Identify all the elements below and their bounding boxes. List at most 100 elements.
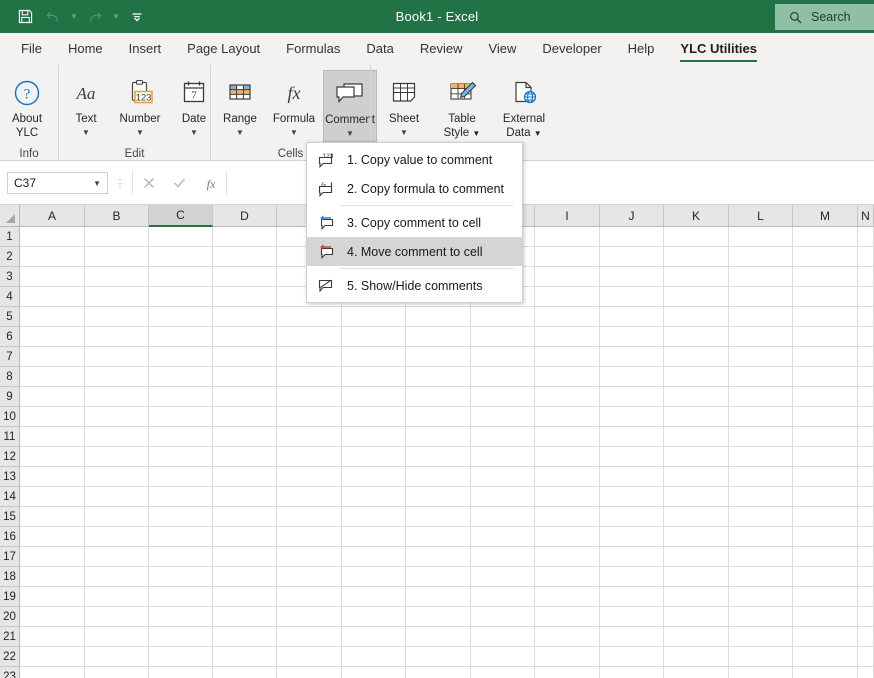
cell-A9[interactable] [20, 387, 85, 407]
cell-J5[interactable] [600, 307, 664, 327]
cell-B14[interactable] [85, 487, 149, 507]
cell-K15[interactable] [664, 507, 729, 527]
cell-K4[interactable] [664, 287, 729, 307]
cell-J2[interactable] [600, 247, 664, 267]
external-data-button[interactable]: External Data ▼ [493, 70, 555, 142]
cell-C12[interactable] [149, 447, 213, 467]
cell-G20[interactable] [406, 607, 471, 627]
cell-M20[interactable] [793, 607, 858, 627]
range-caret-icon[interactable]: ▼ [236, 128, 244, 138]
row-header-13[interactable]: 13 [0, 467, 20, 487]
cell-A6[interactable] [20, 327, 85, 347]
cell-L10[interactable] [729, 407, 793, 427]
cell-I11[interactable] [535, 427, 600, 447]
cell-J7[interactable] [600, 347, 664, 367]
row-header-11[interactable]: 11 [0, 427, 20, 447]
cell-G15[interactable] [406, 507, 471, 527]
cell-A4[interactable] [20, 287, 85, 307]
cell-B10[interactable] [85, 407, 149, 427]
cell-F13[interactable] [342, 467, 406, 487]
cell-A7[interactable] [20, 347, 85, 367]
cell-A23[interactable] [20, 667, 85, 678]
cell-I15[interactable] [535, 507, 600, 527]
cell-D15[interactable] [213, 507, 277, 527]
cell-D11[interactable] [213, 427, 277, 447]
cell-E22[interactable] [277, 647, 342, 667]
cell-N2[interactable] [858, 247, 874, 267]
cell-J1[interactable] [600, 227, 664, 247]
cell-L9[interactable] [729, 387, 793, 407]
cell-C10[interactable] [149, 407, 213, 427]
cell-L2[interactable] [729, 247, 793, 267]
tab-file[interactable]: File [8, 33, 55, 65]
undo-dropdown-caret-icon[interactable]: ▼ [68, 5, 80, 29]
cell-D14[interactable] [213, 487, 277, 507]
cell-F17[interactable] [342, 547, 406, 567]
cell-I6[interactable] [535, 327, 600, 347]
row-header-12[interactable]: 12 [0, 447, 20, 467]
cell-K11[interactable] [664, 427, 729, 447]
sheet-caret-icon[interactable]: ▼ [400, 128, 408, 138]
cell-M4[interactable] [793, 287, 858, 307]
cell-B1[interactable] [85, 227, 149, 247]
number-button[interactable]: 123 Number ▼ [113, 70, 167, 142]
row-header-7[interactable]: 7 [0, 347, 20, 367]
cell-G21[interactable] [406, 627, 471, 647]
cell-E10[interactable] [277, 407, 342, 427]
menu-item-copy-value-to-comment[interactable]: 123 1. Copy value to comment [307, 145, 522, 174]
cell-L22[interactable] [729, 647, 793, 667]
cell-J4[interactable] [600, 287, 664, 307]
cell-E5[interactable] [277, 307, 342, 327]
cell-L20[interactable] [729, 607, 793, 627]
cell-L7[interactable] [729, 347, 793, 367]
cell-C3[interactable] [149, 267, 213, 287]
cell-K19[interactable] [664, 587, 729, 607]
cell-G7[interactable] [406, 347, 471, 367]
formula-caret-icon[interactable]: ▼ [290, 128, 298, 138]
row-header-6[interactable]: 6 [0, 327, 20, 347]
column-header-J[interactable]: J [600, 205, 664, 227]
cell-L14[interactable] [729, 487, 793, 507]
column-header-K[interactable]: K [664, 205, 729, 227]
cell-E16[interactable] [277, 527, 342, 547]
cell-F10[interactable] [342, 407, 406, 427]
cell-A15[interactable] [20, 507, 85, 527]
cell-N8[interactable] [858, 367, 874, 387]
cell-B7[interactable] [85, 347, 149, 367]
cell-M16[interactable] [793, 527, 858, 547]
cell-F8[interactable] [342, 367, 406, 387]
cell-A18[interactable] [20, 567, 85, 587]
cell-N22[interactable] [858, 647, 874, 667]
cell-I16[interactable] [535, 527, 600, 547]
cell-I3[interactable] [535, 267, 600, 287]
formula-bar-grip[interactable]: ⋮ [108, 177, 132, 190]
cell-B12[interactable] [85, 447, 149, 467]
cell-I12[interactable] [535, 447, 600, 467]
row-header-9[interactable]: 9 [0, 387, 20, 407]
cell-N15[interactable] [858, 507, 874, 527]
cell-A21[interactable] [20, 627, 85, 647]
cell-I22[interactable] [535, 647, 600, 667]
cell-J15[interactable] [600, 507, 664, 527]
cell-C8[interactable] [149, 367, 213, 387]
cell-B6[interactable] [85, 327, 149, 347]
cell-N14[interactable] [858, 487, 874, 507]
cell-N19[interactable] [858, 587, 874, 607]
about-ylc-button[interactable]: ? About YLC [0, 70, 54, 142]
date-caret-icon[interactable]: ▼ [190, 128, 198, 138]
cell-G10[interactable] [406, 407, 471, 427]
cell-J6[interactable] [600, 327, 664, 347]
cell-A10[interactable] [20, 407, 85, 427]
cell-D1[interactable] [213, 227, 277, 247]
cell-C13[interactable] [149, 467, 213, 487]
tab-developer[interactable]: Developer [529, 33, 614, 65]
cell-M22[interactable] [793, 647, 858, 667]
enter-check-icon[interactable] [164, 171, 195, 195]
tab-data[interactable]: Data [353, 33, 406, 65]
search-box[interactable]: Search [775, 4, 874, 30]
tab-review[interactable]: Review [407, 33, 476, 65]
cell-G6[interactable] [406, 327, 471, 347]
cell-A2[interactable] [20, 247, 85, 267]
cell-K13[interactable] [664, 467, 729, 487]
cell-M12[interactable] [793, 447, 858, 467]
